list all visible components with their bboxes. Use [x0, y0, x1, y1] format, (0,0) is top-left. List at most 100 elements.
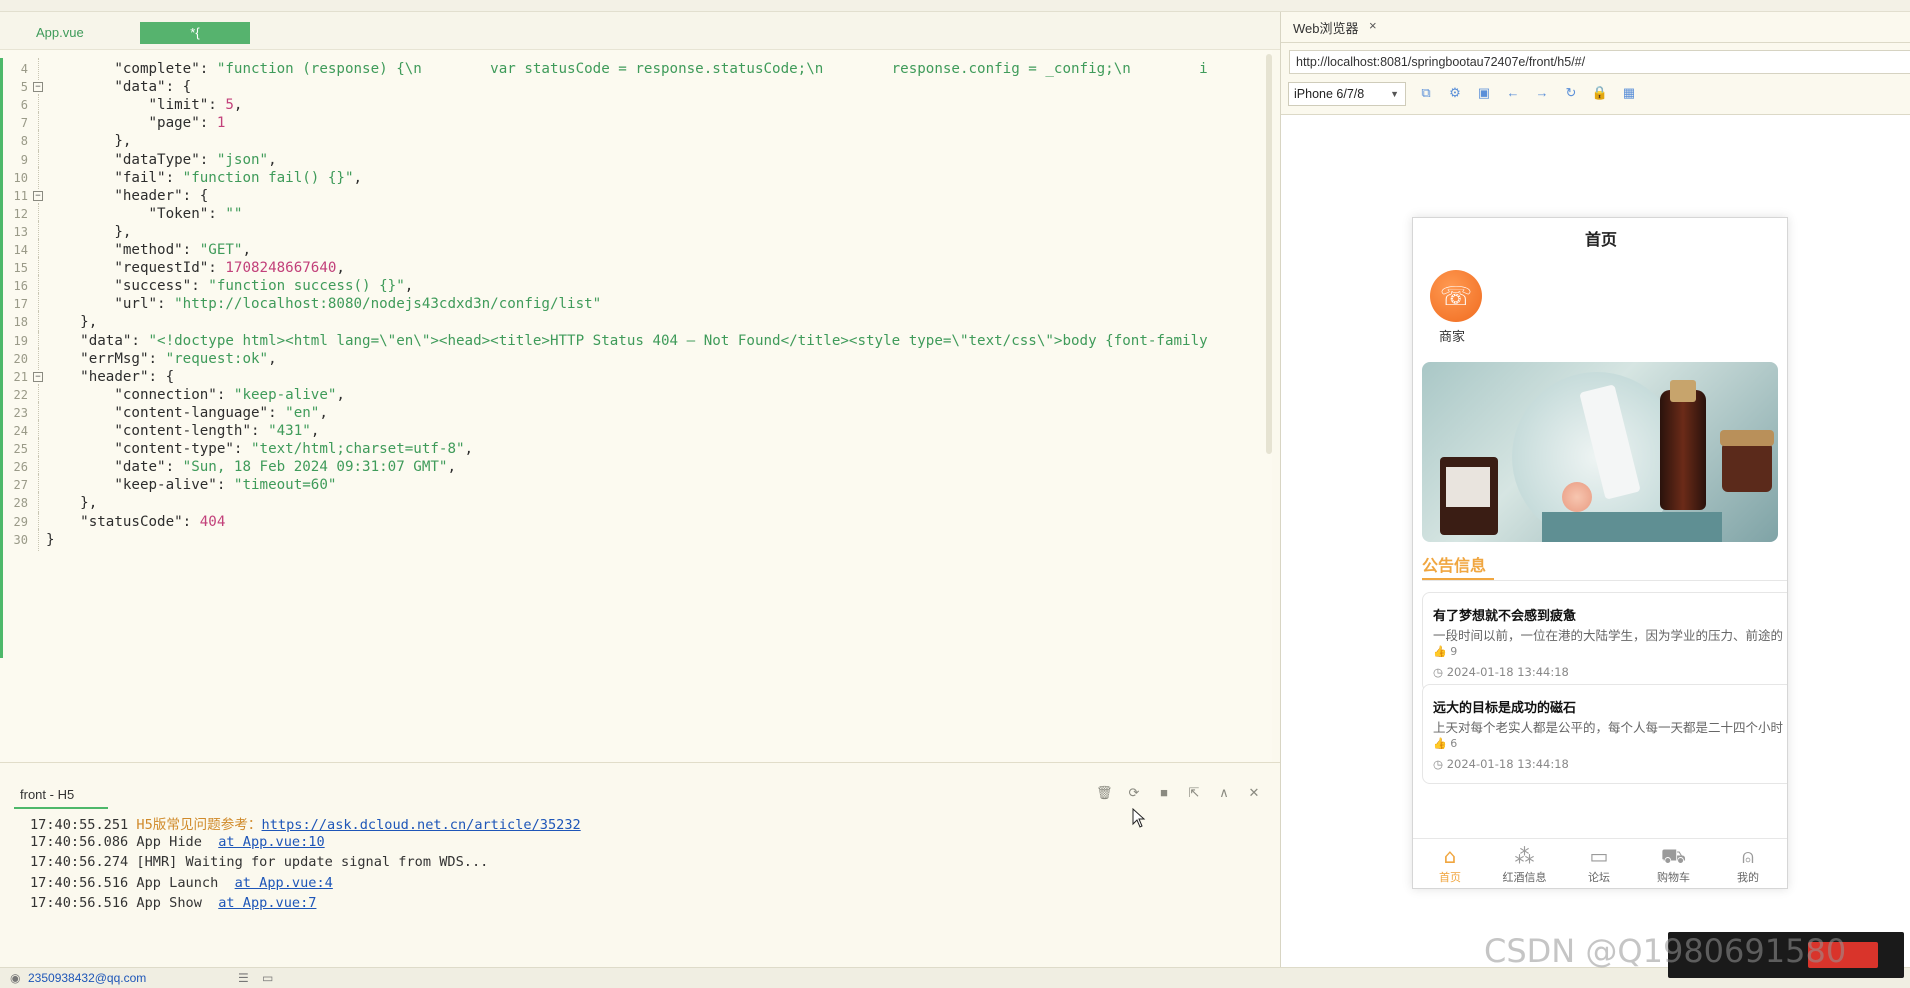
banner-image[interactable] — [1422, 362, 1778, 542]
tab-app-vue[interactable]: App.vue — [36, 22, 84, 44]
forward-icon[interactable]: → — [1533, 84, 1551, 102]
stop-icon[interactable]: ■ — [1156, 785, 1172, 801]
device-select[interactable]: iPhone 6/7/8 ▼ — [1288, 82, 1406, 106]
code-token: , — [353, 169, 363, 186]
open-external-icon[interactable]: ⧉ — [1417, 84, 1435, 102]
code-editor[interactable]: 4 "complete": "function (response) {\n v… — [0, 50, 1272, 762]
thumbs-up-icon: 👍 — [1433, 645, 1451, 658]
devtools-icon[interactable]: ▣ — [1475, 84, 1493, 102]
log-message: App Show — [136, 895, 219, 911]
back-icon[interactable]: ← — [1504, 84, 1522, 102]
web-browser-panel: Web浏览器 × http://localhost:8081/springboo… — [1280, 12, 1910, 967]
line-number: 30 — [13, 532, 28, 547]
tabbar-item-4[interactable]: ⍝ 我的 — [1713, 843, 1783, 885]
code-token: }, — [46, 314, 98, 331]
code-token: "statusCode": — [46, 513, 200, 530]
tab-web-browser[interactable]: Web浏览器 — [1293, 18, 1359, 37]
log-line: 17:40:56.516 App Show at App.vue:7 — [30, 895, 316, 911]
log-message: App Launch — [136, 874, 235, 891]
console-tab-front-h5[interactable]: front - H5 — [20, 787, 74, 802]
fold-toggle-icon[interactable]: − — [33, 190, 43, 201]
notice-date: ◷ 2024-01-18 13:44:18 — [1433, 665, 1569, 679]
code-token: "data": { — [46, 79, 192, 96]
code-token: "GET" — [199, 242, 243, 258]
refresh-icon[interactable]: ↻ — [1562, 84, 1580, 102]
tabbar-item-3[interactable]: ⛟ 购物车 — [1639, 843, 1709, 885]
editor-scrollbar[interactable] — [1266, 54, 1272, 454]
lock-icon[interactable]: 🔒 — [1591, 84, 1609, 102]
settings-icon[interactable]: ⚙ — [1446, 84, 1464, 102]
divider — [1422, 580, 1787, 581]
merchant-icon[interactable]: ☏ — [1430, 270, 1482, 322]
code-token: "content-language": — [46, 404, 286, 421]
log-line: 17:40:56.274 [HMR] Waiting for update si… — [30, 854, 488, 870]
code-token: "Token": — [46, 205, 226, 222]
banner-serum — [1660, 380, 1706, 510]
collapse-icon[interactable]: ∧ — [1216, 785, 1232, 801]
log-line: 17:40:56.086 App Hide at App.vue:10 — [30, 834, 325, 850]
account-email[interactable]: 2350938432@qq.com — [28, 971, 146, 985]
qrcode-icon[interactable]: ▦ — [1620, 84, 1638, 102]
log-message: H5版常见问题参考： — [136, 817, 262, 833]
tabbar-item-1[interactable]: ⁂ 红酒信息 — [1490, 843, 1560, 885]
grid-icon: ⁂ — [1514, 844, 1535, 868]
code-token: "header": { — [46, 368, 175, 385]
log-link[interactable]: at App.vue:10 — [218, 834, 324, 850]
code-token: , — [447, 459, 457, 476]
tabbar-label: 购物车 — [1657, 871, 1690, 884]
code-token: "Sun, 18 Feb 2024 09:31:07 GMT" — [182, 459, 448, 476]
log-link[interactable]: at App.vue:7 — [218, 895, 316, 911]
status-bar: ◉ 2350938432@qq.com ☰ ▭ — [0, 967, 1910, 988]
fold-guide — [38, 528, 39, 551]
code-token: "431" — [268, 423, 311, 439]
code-token: "" — [225, 205, 243, 222]
clear-icon[interactable]: ✕ — [1246, 785, 1262, 801]
tab-active-file[interactable]: *{ — [140, 22, 250, 44]
fold-toggle-icon[interactable]: − — [33, 371, 43, 382]
terminal-icon[interactable]: ▭ — [262, 971, 273, 985]
user-icon: ◉ — [10, 971, 21, 985]
code-token: , — [242, 242, 252, 258]
code-token: "keep-alive": — [46, 477, 234, 494]
code-token: , — [336, 260, 345, 277]
list-item[interactable]: 远大的目标是成功的磁石 上天对每个老实人都是公平的，每个人每一天都是二十四个小时 👍… — [1422, 684, 1787, 784]
export-icon[interactable]: ⇱ — [1186, 785, 1202, 801]
console-toolbar: 🗑 ⟳ ■ ⇱ ∧ ✕ — [1096, 785, 1262, 801]
log-link[interactable]: https://ask.dcloud.net.cn/article/35232 — [262, 817, 581, 833]
fold-toggle-icon[interactable]: − — [33, 82, 43, 93]
code-token: }, — [46, 133, 132, 150]
code-token: "dataType": — [46, 151, 217, 168]
code-token: , — [268, 151, 277, 168]
tabbar-label: 论坛 — [1588, 871, 1610, 884]
code-token: "http://localhost:8080/nodejs43cdxd3n/co… — [174, 296, 602, 313]
merchant-label[interactable]: 商家 — [1439, 326, 1465, 345]
watermark: CSDN @Q1980691580 — [1484, 932, 1847, 970]
tabbar-item-0[interactable]: ⌂ 首页 — [1415, 843, 1485, 885]
code-token: "en" — [285, 404, 320, 421]
mouse-cursor-icon — [1132, 808, 1146, 828]
url-input[interactable]: http://localhost:8081/springbootau72407e… — [1289, 50, 1910, 74]
list-item[interactable]: 有了梦想就不会感到疲惫 一段时间以前，一位在港的大陆学生，因为学业的压力、前途的 👍… — [1422, 592, 1787, 692]
code-token: 1 — [216, 115, 226, 132]
home-icon: ⌂ — [1443, 844, 1457, 868]
banner-jar — [1720, 430, 1774, 492]
code-token: "header": { — [46, 187, 209, 204]
close-icon[interactable]: × — [1369, 18, 1377, 33]
bottom-tabbar: ⌂ 首页 ⁂ 红酒信息 ▭ 论坛 ⛟ 购物车 ⍝ 我的 — [1413, 838, 1787, 888]
notice-card-desc: 上天对每个老实人都是公平的，每个人每一天都是二十四个小时 — [1433, 720, 1784, 735]
user-icon: ⍝ — [1742, 844, 1754, 868]
chat-icon: ▭ — [1589, 844, 1609, 868]
clock-icon: ◷ — [1433, 757, 1447, 771]
code-token: , — [404, 278, 414, 295]
editor-tabs: App.vue *{ — [0, 12, 1280, 50]
code-line[interactable]: 30} — [0, 528, 1272, 551]
code-token: , — [268, 350, 277, 367]
code-token: , — [464, 441, 474, 458]
top-toolbar — [0, 0, 1910, 12]
trash-icon[interactable]: 🗑 — [1096, 785, 1113, 801]
list-icon[interactable]: ☰ — [238, 971, 249, 985]
log-link[interactable]: at App.vue:4 — [235, 875, 333, 891]
tabbar-item-2[interactable]: ▭ 论坛 — [1564, 843, 1634, 885]
restart-icon[interactable]: ⟳ — [1126, 785, 1142, 801]
code-token: 404 — [199, 513, 226, 530]
